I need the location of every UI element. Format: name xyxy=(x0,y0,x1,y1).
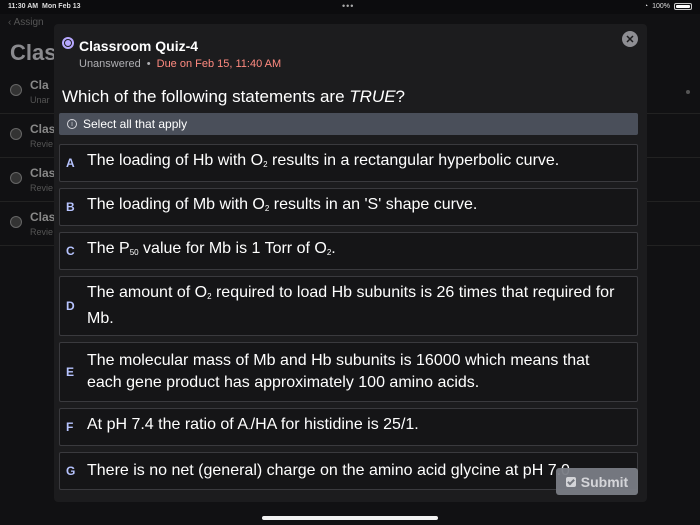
option-a[interactable]: A The loading of Hb with O2 results in a… xyxy=(59,144,638,182)
option-text: The molecular mass of Mb and Hb subunits… xyxy=(87,352,590,391)
option-letter: E xyxy=(66,365,75,379)
option-letter: F xyxy=(66,420,74,434)
status-time: 11:30 AM Mon Feb 13 xyxy=(8,3,81,10)
assignment-icon xyxy=(10,84,22,96)
info-icon: i xyxy=(67,119,77,129)
list-item-subtitle: Revie xyxy=(30,227,54,237)
assignment-icon xyxy=(10,172,22,184)
option-text: The loading of Mb with O2 results in an … xyxy=(87,196,478,213)
quiz-modal: Classroom Quiz-4 Unanswered • Due on Feb… xyxy=(54,24,647,502)
answer-status: Unanswered xyxy=(79,58,141,70)
status-bar: 11:30 AM Mon Feb 13 ••• ◔ 100% xyxy=(0,0,700,14)
option-d[interactable]: D The amount of O2 required to load Hb s… xyxy=(59,276,638,336)
background-title: Clas xyxy=(10,40,57,65)
battery-percent: 100% xyxy=(652,3,670,10)
background-dot xyxy=(686,90,690,94)
list-item-title: Clas xyxy=(30,166,56,180)
quiz-title: Classroom Quiz-4 xyxy=(79,38,199,54)
assignment-icon xyxy=(10,128,22,140)
option-text: At pH 7.4 the ratio of A-/HA for histidi… xyxy=(87,416,419,433)
option-b[interactable]: B The loading of Mb with O2 results in a… xyxy=(59,188,638,226)
option-g[interactable]: G There is no net (general) charge on th… xyxy=(59,452,638,490)
question-text: Which of the following statements are TR… xyxy=(62,87,405,106)
list-item-subtitle: Revie xyxy=(30,183,54,193)
close-button[interactable]: ✕ xyxy=(622,31,638,47)
instruction-banner: i Select all that apply xyxy=(59,113,638,135)
quiz-icon xyxy=(62,37,74,49)
modal-header: Classroom Quiz-4 Unanswered • Due on Feb… xyxy=(54,24,647,76)
wifi-icon: ◔ xyxy=(643,3,649,10)
option-text: The P50 value for Mb is 1 Torr of O2. xyxy=(87,240,336,257)
option-text: The loading of Hb with O2 results in a r… xyxy=(87,152,560,169)
option-text: There is no net (general) charge on the … xyxy=(87,462,570,479)
list-item-subtitle: Revie xyxy=(30,139,54,149)
option-f[interactable]: F At pH 7.4 the ratio of A-/HA for histi… xyxy=(59,408,638,446)
status-right: ◔ 100% xyxy=(644,3,692,10)
list-item-subtitle: Unar xyxy=(30,95,50,105)
check-icon xyxy=(565,476,576,487)
option-letter: C xyxy=(66,244,75,258)
list-item-title: Clas xyxy=(30,122,56,136)
list-item-title: Clas xyxy=(30,210,56,224)
battery-icon xyxy=(674,3,692,10)
quiz-subtitle: Unanswered • Due on Feb 15, 11:40 AM xyxy=(79,58,281,70)
home-indicator[interactable] xyxy=(262,516,438,520)
option-c[interactable]: C The P50 value for Mb is 1 Torr of O2. xyxy=(59,232,638,270)
option-letter: D xyxy=(66,299,75,313)
submit-button[interactable]: Submit xyxy=(556,468,638,495)
option-letter: B xyxy=(66,200,75,214)
multitasking-dots[interactable]: ••• xyxy=(342,1,354,11)
option-letter: G xyxy=(66,464,76,478)
option-letter: A xyxy=(66,156,75,170)
option-e[interactable]: E The molecular mass of Mb and Hb subuni… xyxy=(59,342,638,402)
ipad-screen: 11:30 AM Mon Feb 13 ••• ◔ 100% ‹ Assign … xyxy=(0,0,700,525)
due-date: Due on Feb 15, 11:40 AM xyxy=(156,58,282,70)
instruction-text: Select all that apply xyxy=(83,117,188,131)
option-text: The amount of O2 required to load Hb sub… xyxy=(87,284,615,327)
list-item-title: Cla xyxy=(30,78,49,92)
separator: • xyxy=(146,58,151,70)
back-button[interactable]: ‹ Assign xyxy=(8,17,44,28)
submit-label: Submit xyxy=(580,473,629,490)
assignment-icon xyxy=(10,216,22,228)
